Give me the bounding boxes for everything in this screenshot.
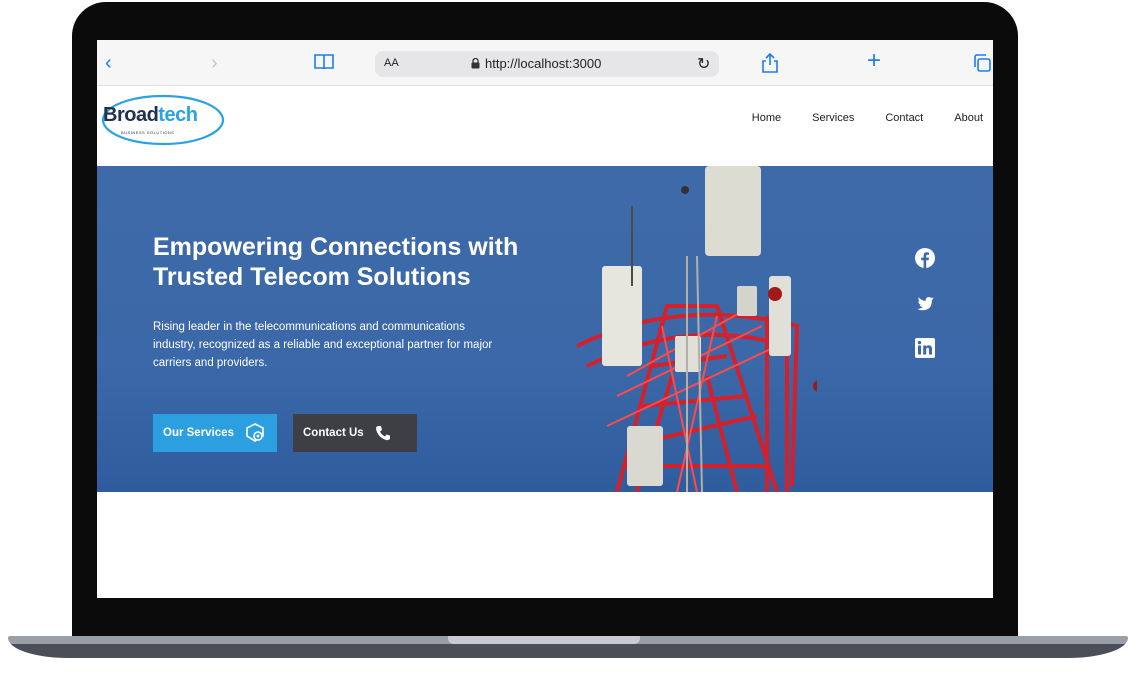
contact-us-label: Contact Us	[303, 427, 364, 439]
back-icon[interactable]: ‹	[105, 52, 112, 74]
bookmarks-icon[interactable]	[313, 52, 335, 77]
screen: ‹ › AA http://localhost:3000 ↻ + Broadte…	[97, 40, 993, 598]
nav-home[interactable]: Home	[752, 112, 781, 124]
contact-us-button[interactable]: Contact Us	[293, 414, 417, 452]
logo-tagline: BUSINESS SOLUTIONS	[121, 130, 175, 135]
laptop-notch	[448, 636, 640, 644]
logo[interactable]: Broadtech BUSINESS SOLUTIONS	[97, 92, 227, 148]
forward-icon[interactable]: ›	[211, 52, 218, 74]
main-nav: Home Services Contact About	[752, 112, 983, 124]
gear-shield-icon	[246, 423, 264, 442]
share-icon[interactable]	[761, 52, 779, 79]
new-tab-icon[interactable]: +	[867, 49, 881, 73]
hero-section: Empowering Connections with Trusted Tele…	[97, 166, 993, 492]
linkedin-icon[interactable]	[915, 338, 935, 358]
logo-wordmark: Broadtech	[103, 104, 198, 126]
site-header: Broadtech BUSINESS SOLUTIONS Home Servic…	[97, 86, 993, 166]
telecom-tower-image	[576, 166, 817, 492]
nav-services[interactable]: Services	[812, 112, 854, 124]
our-services-label: Our Services	[163, 427, 234, 439]
tabs-icon[interactable]	[973, 54, 991, 77]
lock-icon	[471, 58, 480, 69]
reload-icon[interactable]: ↻	[697, 54, 710, 74]
facebook-icon[interactable]	[915, 248, 935, 268]
content-section	[97, 492, 993, 598]
url-bar[interactable]: AA http://localhost:3000 ↻	[375, 51, 719, 77]
browser-toolbar: ‹ › AA http://localhost:3000 ↻ +	[97, 40, 993, 86]
nav-contact[interactable]: Contact	[885, 112, 923, 124]
hero-title: Empowering Connections with Trusted Tele…	[153, 233, 519, 291]
phone-icon	[375, 426, 390, 441]
nav-about[interactable]: About	[954, 112, 983, 124]
hero-subtitle: Rising leader in the telecommunications …	[153, 321, 493, 369]
reader-button[interactable]: AA	[384, 57, 399, 69]
our-services-button[interactable]: Our Services	[153, 414, 277, 452]
twitter-icon[interactable]	[915, 294, 935, 314]
url-text: http://localhost:3000	[485, 56, 602, 71]
